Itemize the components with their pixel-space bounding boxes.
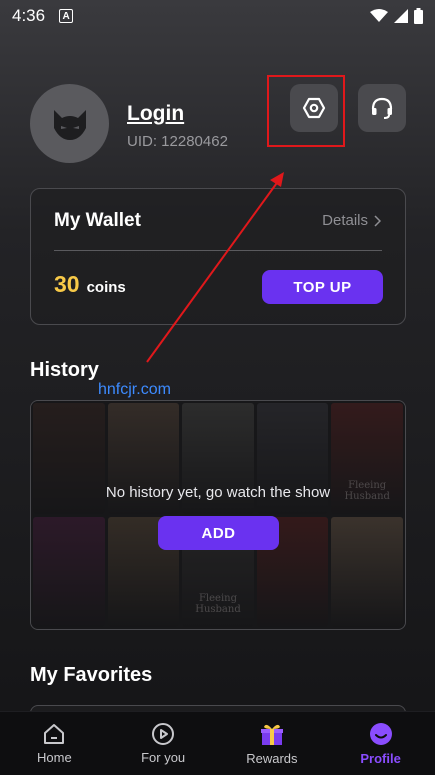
signal-icon: [394, 9, 408, 23]
history-empty-text: No history yet, go watch the show: [105, 484, 331, 501]
bottom-nav: Home For you Rewards Profile: [0, 711, 435, 775]
headset-icon: [371, 97, 393, 119]
wallet-details-label: Details: [322, 212, 368, 229]
support-button[interactable]: [358, 84, 406, 132]
nav-profile-label: Profile: [360, 751, 401, 766]
nav-for-you[interactable]: For you: [118, 722, 208, 765]
nav-home[interactable]: Home: [9, 722, 99, 765]
wallet-divider: [54, 250, 382, 251]
wallet-card: My Wallet Details 30 coins TOP UP: [30, 188, 406, 325]
nav-rewards-label: Rewards: [246, 751, 298, 766]
add-button[interactable]: ADD: [158, 516, 279, 550]
status-time: 4:36: [12, 6, 46, 25]
history-panel: Fleeing HusbandFleeing Husband No histor…: [30, 400, 406, 630]
wifi-icon: [370, 9, 388, 22]
notification-icon: A: [59, 9, 74, 23]
coins-balance: 30 coins: [54, 271, 126, 298]
nav-profile[interactable]: Profile: [336, 721, 426, 766]
nav-rewards[interactable]: Rewards: [227, 721, 317, 766]
wallet-details-link[interactable]: Details: [322, 212, 381, 229]
wallet-title: My Wallet: [54, 210, 141, 231]
history-title: History: [30, 359, 99, 381]
uid-text: UID: 12280462: [127, 133, 228, 150]
history-overlay: [31, 401, 405, 629]
coins-label: coins: [86, 279, 126, 296]
nav-home-label: Home: [37, 750, 72, 765]
favorites-title: My Favorites: [30, 664, 153, 686]
coins-amount: 30: [54, 271, 80, 297]
home-icon: [44, 724, 65, 744]
play-circle-icon: [152, 723, 175, 745]
avatar[interactable]: [30, 84, 109, 163]
gift-icon: [260, 724, 283, 745]
status-bar: 4:36 A: [0, 0, 435, 32]
profile-icon: [369, 723, 392, 745]
cat-mask-icon: [53, 109, 86, 140]
settings-highlight-box: [267, 75, 345, 147]
battery-icon: [414, 8, 423, 24]
watermark-text: hnfcjr.com: [98, 381, 171, 398]
top-up-button[interactable]: TOP UP: [262, 270, 383, 304]
chevron-right-icon: [374, 214, 381, 227]
nav-for-you-label: For you: [141, 750, 186, 765]
login-link[interactable]: Login: [127, 102, 184, 126]
